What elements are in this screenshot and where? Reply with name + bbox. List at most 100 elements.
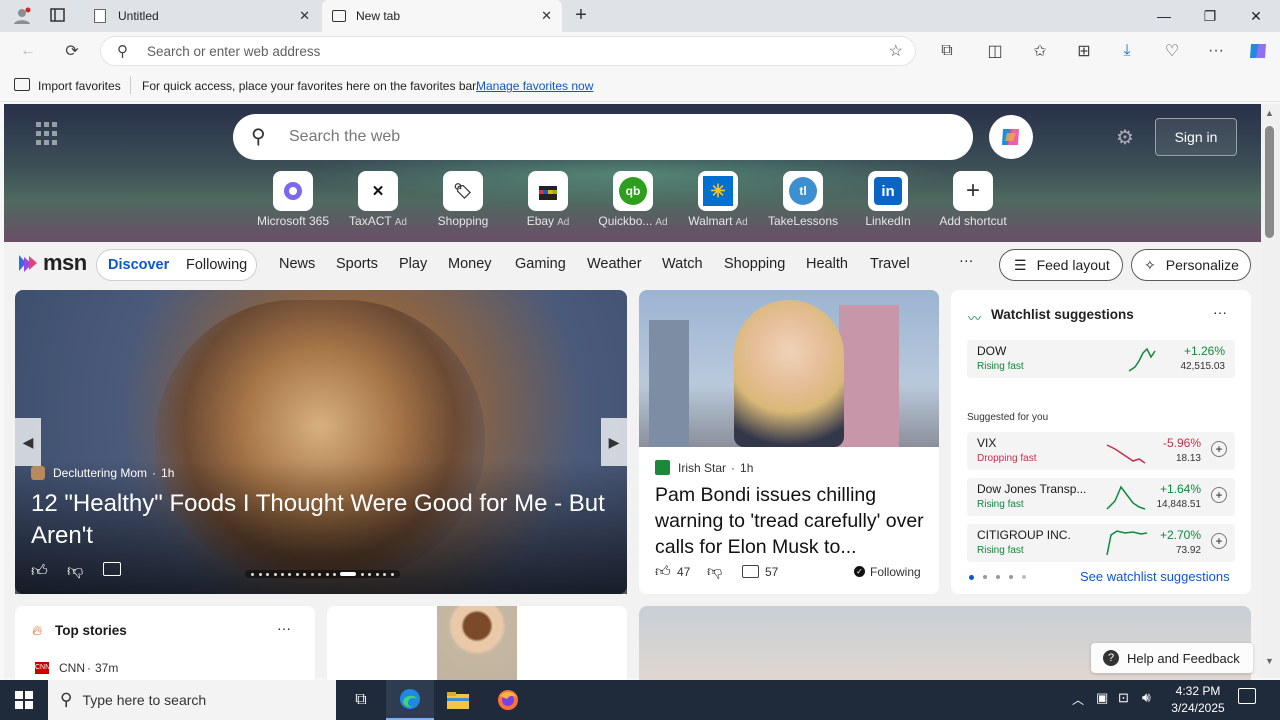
taskbar-file-explorer-icon[interactable] xyxy=(434,680,482,720)
nav-money[interactable]: Money xyxy=(448,256,492,272)
collections-icon[interactable]: ⊞ xyxy=(1070,37,1098,65)
msn-logo[interactable]: msn xyxy=(16,250,87,276)
nav-shopping[interactable]: Shopping xyxy=(724,256,785,272)
personalize-button[interactable]: ✧ Personalize xyxy=(1131,249,1251,281)
tray-chevron-icon[interactable]: ︿ xyxy=(1072,691,1084,708)
restore-icon[interactable]: ❐ xyxy=(1187,0,1233,32)
ad-card[interactable] xyxy=(327,606,627,686)
extensions-icon[interactable]: ⧉ xyxy=(933,37,961,65)
watchlist-more-icon[interactable]: ··· xyxy=(1213,304,1227,320)
top-stories-more-icon[interactable]: ··· xyxy=(277,620,291,636)
side-story-card[interactable]: Irish Star · 1h Pam Bondi issues chillin… xyxy=(639,290,939,594)
carousel-prev-icon[interactable]: ◀ xyxy=(15,418,41,466)
address-bar[interactable]: ⚲ Search or enter web address ☆ xyxy=(100,36,916,66)
scrollbar-thumb[interactable] xyxy=(1265,126,1274,238)
notifications-icon[interactable] xyxy=(1238,688,1256,704)
watchlist-page-dots[interactable] xyxy=(969,575,1026,580)
new-tab-plus-icon[interactable]: + xyxy=(570,4,592,28)
close-tab-icon[interactable]: ✕ xyxy=(541,8,552,24)
nav-gaming[interactable]: Gaming xyxy=(515,256,566,272)
start-button[interactable] xyxy=(0,680,48,720)
back-icon[interactable]: ← xyxy=(14,37,42,65)
nav-travel[interactable]: Travel xyxy=(870,256,910,272)
add-to-watchlist-icon[interactable]: + xyxy=(1211,487,1227,503)
close-tab-icon[interactable]: ✕ xyxy=(299,8,310,24)
favorites-icon[interactable]: ✩ xyxy=(1026,37,1054,65)
shortcut-takelessons[interactable]: tl TakeLessons xyxy=(763,171,843,228)
add-to-watchlist-icon[interactable]: + xyxy=(1211,441,1227,457)
page-scrollbar[interactable]: ▲ ▼ xyxy=(1261,104,1280,678)
like-icon[interactable]: 👍︎ xyxy=(31,562,48,581)
performance-icon[interactable]: ♡ xyxy=(1158,37,1186,65)
apps-grid-icon[interactable] xyxy=(36,122,60,146)
watch-row-dow-transports[interactable]: Dow Jones Transp... Rising fast +1.64% 1… xyxy=(967,478,1235,516)
taskbar-firefox-icon[interactable] xyxy=(484,680,532,720)
tab-actions-icon[interactable] xyxy=(48,6,72,26)
nav-watch[interactable]: Watch xyxy=(662,256,703,272)
split-screen-icon[interactable]: ◫ xyxy=(981,37,1009,65)
minimize-icon[interactable]: — xyxy=(1141,0,1187,32)
comment-icon[interactable] xyxy=(742,565,759,578)
nav-more-button[interactable]: ··· xyxy=(959,253,974,269)
shortcut-linkedin[interactable]: in LinkedIn xyxy=(848,171,928,228)
tab-discover[interactable]: Discover xyxy=(108,257,169,273)
web-search-input[interactable]: ⚲ Search the web xyxy=(233,114,973,160)
shortcut-add[interactable]: + Add shortcut xyxy=(933,171,1013,228)
close-window-icon[interactable]: ✕ xyxy=(1233,0,1279,32)
task-view-icon[interactable]: ⧉ xyxy=(338,680,384,720)
shortcut-quickbooks[interactable]: qb Quickbo... Ad xyxy=(593,171,673,228)
side-story-title[interactable]: Pam Bondi issues chilling warning to 'tr… xyxy=(655,482,927,560)
taskbar-search-box[interactable]: ⚲ Type here to search xyxy=(48,680,336,720)
settings-more-icon[interactable]: ··· xyxy=(1202,37,1230,65)
tab-new-tab[interactable]: New tab ✕ xyxy=(322,0,562,32)
scroll-down-icon[interactable]: ▼ xyxy=(1265,656,1274,666)
scroll-up-icon[interactable]: ▲ xyxy=(1265,108,1274,118)
clock-date[interactable]: 3/24/2025 xyxy=(1163,701,1233,715)
see-watchlist-link[interactable]: See watchlist suggestions xyxy=(1080,569,1230,584)
page-settings-gear-icon[interactable]: ⚙ xyxy=(1116,125,1134,150)
shortcut-walmart[interactable]: ✳ Walmart Ad xyxy=(678,171,758,228)
add-to-watchlist-icon[interactable]: + xyxy=(1211,533,1227,549)
shortcut-taxact[interactable]: ✕ TaxACT Ad xyxy=(338,171,418,228)
tray-device-icon[interactable]: ▣ xyxy=(1096,690,1108,706)
dislike-icon[interactable]: 👎︎ xyxy=(707,563,722,581)
nav-health[interactable]: Health xyxy=(806,256,848,272)
network-icon[interactable]: ⊡ xyxy=(1118,690,1129,706)
like-icon[interactable]: 👍︎ xyxy=(655,563,671,581)
watch-row-citigroup[interactable]: CITIGROUP INC. Rising fast +2.70% 73.92 … xyxy=(967,524,1235,562)
watch-row-vix[interactable]: VIX Dropping fast -5.96% 18.13 + xyxy=(967,432,1235,470)
shortcut-microsoft-365[interactable]: Microsoft 365 xyxy=(253,171,333,228)
refresh-icon[interactable]: ⟳ xyxy=(58,37,86,65)
nav-weather[interactable]: Weather xyxy=(587,256,642,272)
copilot-button[interactable] xyxy=(989,115,1033,159)
hero-story-card[interactable]: ◀ ▶ Decluttering Mom · 1h 12 "Healthy" F… xyxy=(15,290,627,594)
tab-untitled[interactable]: Untitled ✕ xyxy=(84,0,320,32)
sign-in-button[interactable]: Sign in xyxy=(1155,118,1237,156)
shortcut-ebay[interactable]: Ebay Ad xyxy=(508,171,588,228)
import-favorites-button[interactable]: Import favorites xyxy=(38,79,121,93)
tab-following[interactable]: Following xyxy=(186,257,247,273)
copilot-icon[interactable] xyxy=(1244,37,1272,65)
dislike-icon[interactable]: 👎︎ xyxy=(67,562,83,581)
carousel-dots[interactable] xyxy=(245,570,400,578)
profile-icon[interactable] xyxy=(8,4,36,28)
nav-news[interactable]: News xyxy=(279,256,315,272)
favorite-star-icon[interactable]: ☆ xyxy=(889,41,903,61)
clock-time[interactable]: 4:32 PM xyxy=(1168,684,1228,698)
hero-title[interactable]: 12 "Healthy" Foods I Thought Were Good f… xyxy=(31,488,611,552)
volume-icon[interactable]: 🔊︎ xyxy=(1142,689,1151,706)
takelessons-icon: tl xyxy=(783,171,823,211)
shortcut-shopping[interactable]: 🏷 Shopping xyxy=(423,171,503,228)
shortcut-label: TaxACT xyxy=(349,214,392,228)
nav-play[interactable]: Play xyxy=(399,256,427,272)
comment-icon[interactable] xyxy=(103,562,121,576)
following-label[interactable]: Following xyxy=(870,565,921,579)
downloads-icon[interactable]: ⤓ xyxy=(1113,37,1141,65)
nav-sports[interactable]: Sports xyxy=(336,256,378,272)
carousel-next-icon[interactable]: ▶ xyxy=(601,418,627,466)
feed-layout-button[interactable]: ☰ Feed layout xyxy=(999,249,1123,281)
watch-row-dow[interactable]: DOW Rising fast +1.26% 42,515.03 xyxy=(967,340,1235,378)
help-feedback-button[interactable]: ? Help and Feedback xyxy=(1091,643,1253,673)
manage-favorites-link[interactable]: Manage favorites now xyxy=(476,79,593,93)
taskbar-edge-icon[interactable] xyxy=(386,680,434,720)
